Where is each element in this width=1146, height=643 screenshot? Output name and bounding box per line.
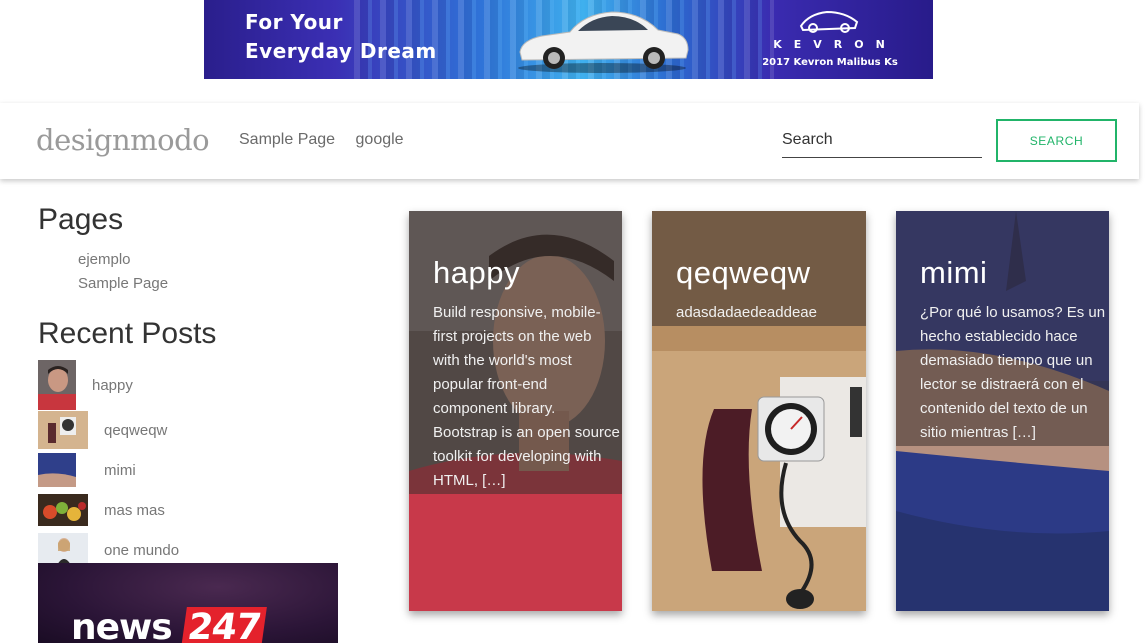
recent-post-label[interactable]: mimi <box>104 462 136 479</box>
recent-post-item[interactable]: mas mas <box>38 490 338 530</box>
banner-ad[interactable]: For Your Everyday Dream KEVRON 2017 Kevr… <box>204 0 933 79</box>
news247-ad[interactable]: news 247 <box>38 563 338 643</box>
post-card-happy[interactable]: happy Build responsive, mobile-first pro… <box>409 211 622 611</box>
recent-posts-list: happy qeqweqw mimi mas mas one mundo <box>38 360 338 570</box>
car-image <box>518 11 689 73</box>
recent-posts-title: Recent Posts <box>38 317 217 350</box>
post-excerpt: ¿Por qué lo usamos? Es un hecho establec… <box>920 304 1106 441</box>
recent-post-item[interactable]: qeqweqw <box>38 410 338 450</box>
banner-brand: KEVRON <box>773 38 897 51</box>
news247-number: 247 <box>181 607 268 643</box>
post-card-mimi[interactable]: mimi ¿Por qué lo usamos? Es un hecho est… <box>896 211 1109 611</box>
post-thumbnail <box>38 360 76 410</box>
news247-word: news <box>71 607 173 643</box>
site-logo[interactable]: designmodo <box>36 123 210 157</box>
banner-model: 2017 Kevron Malibus Ks <box>762 57 898 68</box>
pages-widget-title: Pages <box>38 203 124 236</box>
search-input[interactable] <box>782 123 982 158</box>
main-nav: Sample Page google <box>239 131 420 149</box>
site-header: designmodo Sample Page google SEARCH <box>0 103 1139 179</box>
post-card-overlay: mimi ¿Por qué lo usamos? Es un hecho est… <box>896 211 1109 446</box>
page-link-ejemplo[interactable]: ejemplo <box>78 248 338 272</box>
post-thumbnail <box>38 411 88 449</box>
recent-post-label[interactable]: qeqweqw <box>104 422 167 439</box>
nav-link-sample-page[interactable]: Sample Page <box>239 131 335 148</box>
kevron-logo-icon <box>799 10 859 33</box>
post-card-overlay: qeqweqw adasdadaedeaddeae <box>652 211 866 326</box>
post-title[interactable]: happy <box>433 255 520 291</box>
nav-link-google[interactable]: google <box>356 131 404 148</box>
banner-slogan: For Your Everyday Dream <box>245 8 437 66</box>
post-card-qeqweqw[interactable]: qeqweqw adasdadaedeaddeae <box>652 211 866 611</box>
recent-post-item[interactable]: mimi <box>38 450 338 490</box>
post-thumbnail <box>38 494 88 526</box>
post-title[interactable]: qeqweqw <box>676 255 810 291</box>
recent-post-label[interactable]: one mundo <box>104 542 179 559</box>
recent-post-label[interactable]: happy <box>92 377 133 394</box>
banner-slogan-line1: For Your <box>245 10 343 34</box>
post-card-overlay: happy Build responsive, mobile-first pro… <box>409 211 622 494</box>
sidebar: Pages ejemplo Sample Page Recent Posts h… <box>38 200 338 570</box>
banner-slogan-line2: Everyday Dream <box>245 39 437 63</box>
recent-post-label[interactable]: mas mas <box>104 502 165 519</box>
post-title[interactable]: mimi <box>920 255 987 291</box>
post-excerpt: Build responsive, mobile-first projects … <box>433 304 620 489</box>
post-excerpt: adasdadaedeaddeae <box>676 304 817 321</box>
post-thumbnail <box>38 453 76 487</box>
pages-list: ejemplo Sample Page <box>78 248 338 296</box>
post-thumbnail <box>38 533 88 567</box>
recent-post-item[interactable]: happy <box>38 360 338 410</box>
page-link-sample-page[interactable]: Sample Page <box>78 272 338 296</box>
search-button[interactable]: SEARCH <box>996 119 1117 162</box>
